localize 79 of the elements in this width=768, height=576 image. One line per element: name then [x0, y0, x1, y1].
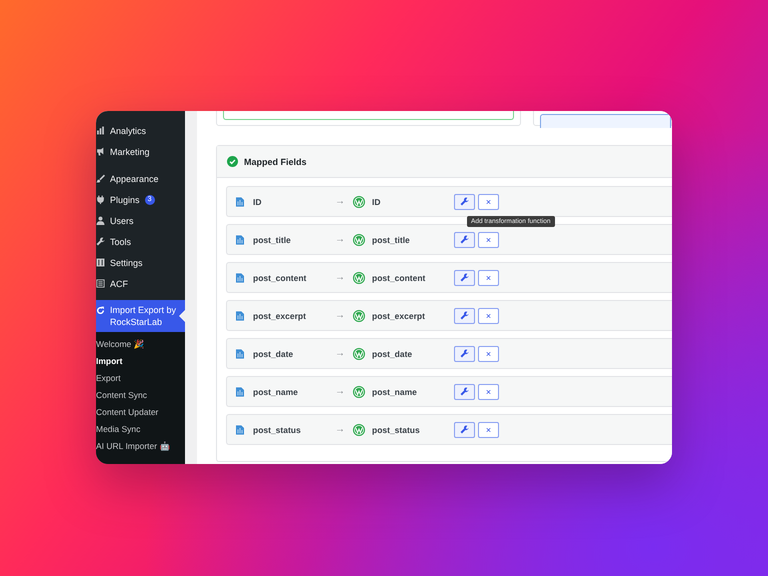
arrow: →: [335, 272, 346, 283]
target-field-name: post_excerpt: [372, 310, 426, 320]
wordpress-logo-icon: [353, 310, 365, 322]
transform-button[interactable]: [454, 270, 475, 286]
wordpress-logo-icon: [353, 424, 365, 436]
remove-button[interactable]: ×: [478, 422, 499, 438]
transform-button[interactable]: [454, 194, 475, 210]
wordpress-logo-icon: [353, 234, 365, 246]
source-field-name: post_content: [253, 272, 308, 282]
source-field-name: post_excerpt: [253, 310, 307, 320]
sidebar-menu-item[interactable]: Settings: [96, 252, 185, 273]
document-icon: [236, 424, 244, 434]
plug-icon: [96, 195, 105, 204]
arrow: →: [335, 348, 346, 359]
check-circle-icon: [227, 156, 238, 167]
wrench-icon: [460, 349, 469, 358]
sidebar-menu-item[interactable]: Import Export by RockStarLab: [96, 300, 185, 332]
sync-icon: [96, 306, 105, 315]
source-field-name: post_title: [253, 234, 292, 244]
transform-button[interactable]: [454, 346, 475, 362]
document-icon: [236, 386, 244, 396]
wrench-icon: [460, 197, 469, 206]
submenu-item[interactable]: Export: [96, 370, 185, 387]
target-field-name: post_name: [372, 386, 418, 396]
target-field-name: ID: [372, 196, 382, 206]
document-icon: [236, 196, 244, 206]
sidebar-menu-item[interactable]: Marketing: [96, 141, 185, 162]
target-field-name: post_date: [372, 348, 414, 358]
arrow: →: [335, 310, 346, 321]
wordpress-logo-icon: [353, 196, 365, 208]
submenu-item[interactable]: Import: [96, 353, 185, 370]
brush-icon: [96, 174, 105, 183]
target-field-name: post_content: [372, 272, 426, 282]
wrench-icon: [460, 387, 469, 396]
submenu-item[interactable]: Content Updater: [96, 404, 185, 421]
remove-button[interactable]: ×: [478, 346, 499, 362]
sidebar-menu-item[interactable]: Appearance: [96, 168, 185, 189]
transform-button[interactable]: [454, 232, 475, 248]
chart-icon: [96, 126, 105, 135]
remove-button[interactable]: ×: [478, 194, 499, 210]
wordpress-logo-icon: [353, 272, 365, 284]
sidebar-menu-item[interactable]: Analytics: [96, 120, 185, 141]
remove-button[interactable]: ×: [478, 384, 499, 400]
target-field-name: post_title: [372, 234, 411, 244]
source-field-name: post_name: [253, 386, 299, 396]
target-field-name: post_status: [372, 424, 421, 434]
panel-title: Mapped Fields: [244, 156, 307, 166]
sidebar-menu-item[interactable]: Tools: [96, 231, 185, 252]
source-field-name: ID: [253, 196, 262, 206]
transform-button[interactable]: [454, 384, 475, 400]
wordpress-logo-icon: [353, 348, 365, 360]
user-icon: [96, 216, 105, 225]
document-icon: [236, 272, 244, 282]
wrench-icon: [460, 273, 469, 282]
transform-button[interactable]: [454, 422, 475, 438]
remove-button[interactable]: ×: [478, 232, 499, 248]
arrow: →: [335, 196, 346, 207]
remove-button[interactable]: ×: [478, 270, 499, 286]
sidebar-menu-item[interactable]: ACF: [96, 273, 185, 294]
source-field-name: post_status: [253, 424, 302, 434]
remove-button[interactable]: ×: [478, 308, 499, 324]
arrow: →: [335, 424, 346, 435]
document-icon: [236, 310, 244, 320]
document-icon: [236, 234, 244, 244]
wrench-icon: [96, 237, 105, 246]
submenu-item[interactable]: Media Sync: [96, 421, 185, 438]
transform-button[interactable]: [454, 308, 475, 324]
source-field-name: post_date: [253, 348, 294, 358]
arrow: →: [335, 234, 346, 245]
submenu-item[interactable]: Welcome 🎉: [96, 336, 185, 353]
document-icon: [236, 348, 244, 358]
wordpress-logo-icon: [353, 386, 365, 398]
wrench-icon: [460, 311, 469, 320]
wrench-icon: [460, 425, 469, 434]
arrow: →: [335, 386, 346, 397]
wrench-icon: [460, 235, 469, 244]
submenu-item[interactable]: Content Sync: [96, 387, 185, 404]
sidebar-menu-item[interactable]: Users: [96, 210, 185, 231]
submenu-item[interactable]: AI URL Importer 🤖: [96, 438, 185, 455]
